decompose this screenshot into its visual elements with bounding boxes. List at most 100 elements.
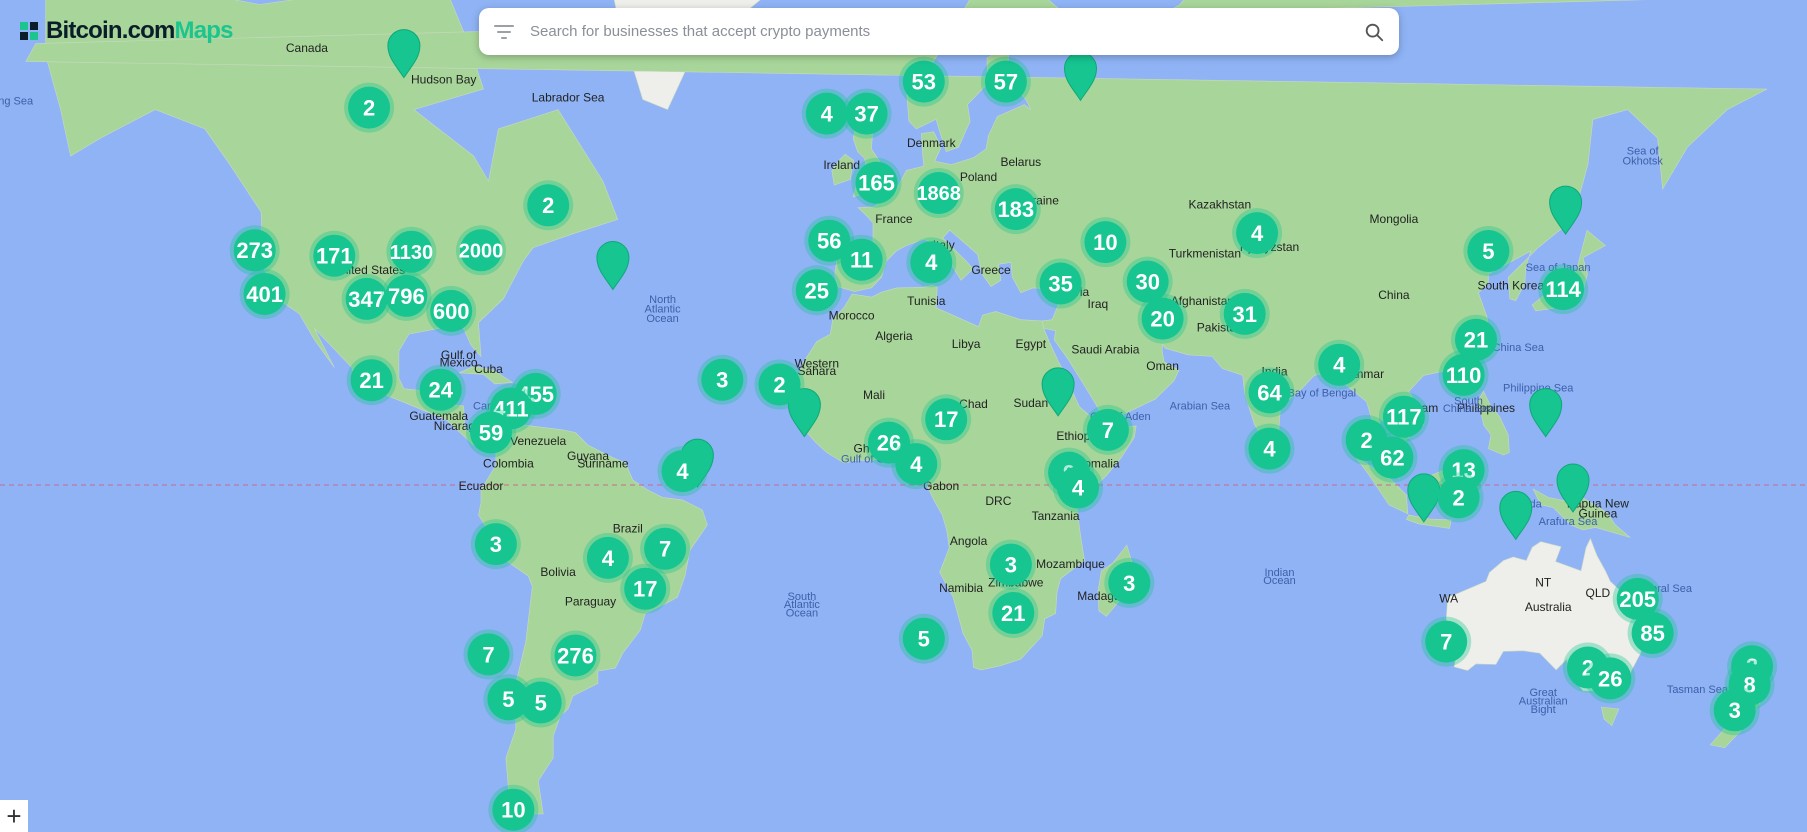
cluster-marker[interactable]: 276 bbox=[550, 630, 601, 681]
water-label: Bering Sea bbox=[0, 96, 34, 108]
cluster-marker[interactable]: 2 bbox=[1433, 472, 1484, 523]
cluster-marker[interactable]: 4 bbox=[1053, 462, 1103, 513]
cluster-marker[interactable]: 64 bbox=[1244, 367, 1295, 418]
search-bar[interactable] bbox=[479, 8, 1399, 55]
cluster-count: 17 bbox=[633, 577, 657, 602]
cluster-marker[interactable]: 4 bbox=[891, 439, 942, 490]
cluster-marker[interactable]: 35 bbox=[1035, 258, 1086, 309]
world-map[interactable]: CanadaHudson BayLabrador SeaUnited State… bbox=[0, 0, 1807, 832]
place-label: Colombia bbox=[483, 457, 534, 471]
cluster-marker[interactable]: 10 bbox=[1080, 217, 1131, 268]
cluster-marker[interactable]: 401 bbox=[239, 269, 290, 319]
cluster-count: 4 bbox=[1263, 437, 1276, 462]
cluster-marker[interactable]: 85 bbox=[1627, 608, 1678, 658]
cluster-marker[interactable]: 3 bbox=[697, 354, 748, 405]
cluster-count: 2 bbox=[1452, 485, 1464, 510]
cluster-count: 53 bbox=[912, 70, 936, 95]
water-label: Ocean bbox=[646, 313, 678, 325]
cluster-marker[interactable]: 53 bbox=[898, 56, 949, 107]
cluster-count: 183 bbox=[997, 197, 1034, 222]
cluster-count: 4 bbox=[925, 250, 938, 275]
place-label: QLD bbox=[1586, 586, 1611, 600]
cluster-marker[interactable]: 2000 bbox=[456, 225, 506, 276]
cluster-marker[interactable]: 5 bbox=[515, 677, 566, 728]
logo-text-bitcoin: Bitcoin.com bbox=[46, 17, 175, 44]
cluster-count: 4 bbox=[676, 459, 689, 484]
cluster-marker[interactable]: 165 bbox=[851, 157, 902, 208]
cluster-marker[interactable]: 3 bbox=[1104, 557, 1155, 608]
cluster-marker[interactable]: 4 bbox=[1232, 208, 1283, 259]
cluster-count: 10 bbox=[501, 798, 525, 823]
cluster-marker[interactable]: 4 bbox=[906, 237, 957, 288]
cluster-marker[interactable]: 7 bbox=[1421, 616, 1472, 667]
place-label: Australia bbox=[1525, 600, 1572, 614]
search-icon[interactable] bbox=[1363, 21, 1385, 43]
cluster-count: 347 bbox=[348, 287, 385, 312]
cluster-marker[interactable]: 2 bbox=[754, 359, 805, 410]
cluster-marker[interactable]: 3 bbox=[985, 539, 1036, 590]
cluster-marker[interactable]: 17 bbox=[921, 394, 972, 445]
cluster-marker[interactable]: 3 bbox=[470, 519, 521, 570]
search-input[interactable] bbox=[528, 22, 1363, 41]
place-label: Sahara bbox=[797, 364, 836, 378]
place-label: Hudson Bay bbox=[411, 73, 476, 87]
cluster-count: 171 bbox=[316, 244, 353, 269]
water-label: Okhotsk bbox=[1623, 156, 1664, 168]
bitcoin-com-maps-logo[interactable]: Bitcoin.comMaps bbox=[18, 16, 234, 46]
cluster-count: 24 bbox=[428, 378, 453, 403]
cluster-marker[interactable]: 21 bbox=[1451, 314, 1501, 365]
filter-icon[interactable] bbox=[492, 20, 516, 44]
zoom-in-button[interactable]: + bbox=[0, 800, 28, 832]
cluster-marker[interactable]: 57 bbox=[980, 56, 1031, 107]
place-label: South Korea bbox=[1477, 279, 1544, 293]
cluster-marker[interactable]: 4 bbox=[1244, 423, 1295, 474]
water-label: China Sea bbox=[1443, 403, 1495, 415]
cluster-marker[interactable]: 7 bbox=[1082, 404, 1133, 455]
cluster-marker[interactable]: 59 bbox=[466, 407, 516, 458]
cluster-marker[interactable]: 21 bbox=[988, 588, 1039, 638]
cluster-count: 5 bbox=[1482, 239, 1494, 264]
place-label: Turkmenistan bbox=[1169, 247, 1241, 261]
cluster-marker[interactable]: 1868 bbox=[913, 168, 964, 218]
cluster-count: 2000 bbox=[459, 241, 504, 263]
cluster-marker[interactable]: 17 bbox=[620, 563, 671, 614]
cluster-marker[interactable]: 21 bbox=[346, 355, 397, 406]
cluster-marker[interactable]: 273 bbox=[229, 225, 280, 276]
cluster-marker[interactable]: 796 bbox=[381, 270, 432, 321]
cluster-marker[interactable]: 62 bbox=[1367, 432, 1418, 483]
cluster-count: 5 bbox=[535, 690, 547, 715]
cluster-marker[interactable]: 2 bbox=[523, 180, 574, 231]
cluster-marker[interactable]: 5 bbox=[898, 613, 949, 664]
cluster-count: 600 bbox=[433, 299, 470, 324]
place-label: Brazil bbox=[613, 522, 643, 536]
cluster-marker[interactable]: 600 bbox=[426, 285, 477, 336]
cluster-marker[interactable]: 31 bbox=[1219, 288, 1270, 339]
cluster-marker[interactable]: 24 bbox=[415, 364, 466, 415]
cluster-marker[interactable]: 3 bbox=[1709, 685, 1760, 736]
cluster-count: 4 bbox=[910, 452, 923, 477]
cluster-count: 7 bbox=[1102, 418, 1114, 443]
cluster-count: 2 bbox=[363, 96, 375, 121]
cluster-marker[interactable]: 4 bbox=[657, 446, 708, 497]
cluster-marker[interactable]: 4 bbox=[1314, 339, 1365, 390]
cluster-marker[interactable]: 183 bbox=[990, 184, 1041, 235]
cluster-count: 4 bbox=[1333, 353, 1346, 378]
cluster-marker[interactable]: 11 bbox=[836, 234, 887, 285]
water-label: Bay of Bengal bbox=[1288, 388, 1357, 400]
cluster-marker[interactable]: 25 bbox=[791, 265, 842, 316]
cluster-count: 117 bbox=[1386, 405, 1422, 430]
cluster-marker[interactable]: 114 bbox=[1538, 264, 1589, 315]
place-label: WA bbox=[1439, 592, 1458, 606]
cluster-marker[interactable]: 2 bbox=[344, 82, 395, 133]
cluster-marker[interactable]: 5 bbox=[1463, 226, 1514, 276]
cluster-marker[interactable]: 37 bbox=[841, 88, 892, 139]
cluster-marker[interactable]: 171 bbox=[309, 230, 360, 281]
cluster-count: 273 bbox=[236, 238, 273, 263]
cluster-marker[interactable]: 20 bbox=[1137, 293, 1188, 344]
place-label: Venezuela bbox=[510, 434, 566, 448]
cluster-marker[interactable]: 26 bbox=[1585, 653, 1636, 704]
water-label: Bight bbox=[1531, 704, 1556, 716]
cluster-marker[interactable]: 7 bbox=[463, 629, 514, 680]
cluster-marker[interactable]: 1130 bbox=[386, 226, 437, 277]
cluster-count: 59 bbox=[479, 420, 503, 445]
